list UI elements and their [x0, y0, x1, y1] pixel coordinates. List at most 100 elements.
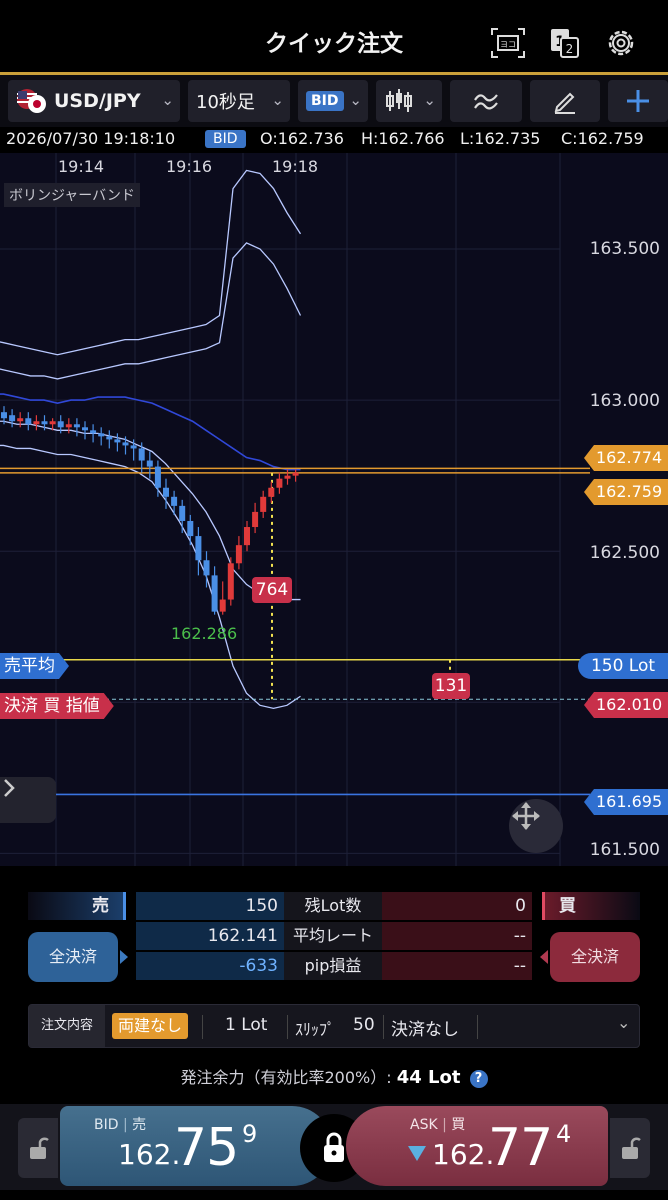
close-setting[interactable]: 決済なし [391, 1015, 459, 1040]
candle-body [73, 424, 80, 428]
ask-price-big: 162. [432, 1138, 495, 1171]
ohlc-datetime: 2026/07/30 19:18:10 [6, 129, 176, 148]
candle-body [57, 421, 64, 428]
header: クイック注文 ヨコ 1 2 [0, 0, 668, 74]
bid-price-tag: 162.759 [584, 479, 668, 505]
sell-average-tag: 売平均 [0, 653, 69, 679]
divider [287, 1015, 288, 1039]
position-panel: 売 買 全決済 全決済 150 残Lot数 0 162.141 平均レート --… [0, 866, 668, 1104]
bid-label: BID | 売 [94, 1117, 147, 1133]
expand-panel-button[interactable] [0, 777, 56, 823]
move-arrows-icon [512, 802, 540, 830]
pencil-icon [554, 92, 575, 114]
split-1-2-icon[interactable]: 1 2 [548, 26, 584, 60]
candle-body [98, 433, 105, 437]
chevron-down-icon: ⌄ [271, 91, 284, 109]
buy-pip-pnl: -- [382, 952, 532, 980]
row-label-lots: 残Lot数 [284, 892, 382, 920]
candle-body [154, 466, 161, 488]
candle-body [82, 427, 88, 431]
slippage-label: ｽﾘｯﾌﾟ [295, 1020, 336, 1039]
chart-type-select[interactable]: ⌄ [376, 80, 442, 122]
bid-price-pips: 75 [174, 1118, 239, 1178]
buy-ask-button[interactable]: ASK | 買 162. 77 4 [346, 1106, 608, 1186]
ask-side-text: 買 [451, 1117, 466, 1133]
order-settings-label: 注文内容 [29, 1005, 105, 1047]
candle-body [65, 424, 72, 428]
time-label: 19:16 [166, 157, 213, 176]
lot-size[interactable]: 1 Lot [225, 1015, 267, 1035]
help-icon[interactable]: ? [469, 1069, 488, 1088]
row-label-rate: 平均レート [284, 922, 382, 950]
price-side-select[interactable]: BID ⌄ [298, 80, 368, 122]
divider [383, 1015, 384, 1039]
ohlc-side-badge: BID [205, 130, 246, 148]
ohlc-high: H:162.766 [361, 129, 445, 148]
unlock-sell-button[interactable] [18, 1118, 58, 1178]
sell-bid-button[interactable]: BID | 売 162. 75 9 [60, 1106, 332, 1186]
candle-body [106, 436, 113, 440]
gear-icon[interactable] [603, 26, 639, 60]
ohlc-bar: 2026/07/30 19:18:10 BID O:162.736 H:162.… [0, 127, 668, 153]
ohlc-open: O:162.736 [260, 129, 344, 148]
chevron-down-icon: ⌄ [349, 91, 362, 109]
slippage-value[interactable]: 50 [353, 1015, 375, 1035]
candlestick-icon [386, 89, 412, 112]
limit-order-tag[interactable]: 決済 買 指値 [0, 693, 114, 719]
svg-text:2: 2 [566, 42, 574, 56]
sell-average-rate: 162.141 [136, 922, 284, 950]
bid-price-fraction: 9 [242, 1120, 258, 1148]
buy-arrow [540, 950, 548, 964]
line-price-tag: 161.695 [584, 789, 668, 815]
indicator-button[interactable] [450, 80, 522, 122]
draw-button[interactable] [530, 80, 600, 122]
candle-body [227, 563, 234, 600]
low-marker-label: 162.286 [171, 624, 238, 643]
time-label: 19:18 [272, 157, 319, 176]
candle-body [25, 418, 32, 425]
us-jp-flag-icon [17, 89, 46, 113]
svg-text:ヨコ: ヨコ [500, 40, 516, 49]
price-axis-label: 161.500 [589, 840, 660, 860]
time-label: 19:14 [58, 157, 105, 176]
chevron-down-icon: ⌄ [617, 1013, 631, 1032]
candle-body [1, 412, 7, 419]
unlock-buy-button[interactable] [610, 1118, 650, 1178]
divider [202, 1015, 203, 1039]
sell-arrow [120, 950, 128, 964]
candle-body [171, 496, 178, 506]
add-button[interactable] [608, 80, 668, 122]
sell-average-lots: 150 Lot [578, 653, 668, 679]
move-chart-button[interactable] [509, 799, 563, 853]
chevron-right-icon [4, 779, 15, 797]
currency-pair-select[interactable]: USD/JPY ⌄ [8, 80, 180, 122]
chart-canvas[interactable] [0, 153, 668, 866]
candle-body [49, 421, 56, 425]
chart-toolbar: USD/JPY ⌄ 10秒足 ⌄ BID ⌄ ⌄ [0, 75, 668, 127]
tick-screen-icon[interactable]: ヨコ [490, 26, 526, 60]
candle-body [211, 575, 218, 612]
candle-body [9, 415, 16, 422]
timeframe-label: 10秒足 [196, 92, 255, 113]
candle-body [187, 520, 194, 537]
buy-remaining-lots: 0 [382, 892, 532, 920]
candle-body [268, 487, 275, 497]
hedge-badge[interactable]: 両建なし [112, 1013, 189, 1039]
order-settings-bar[interactable]: 注文内容 両建なし 1 Lot ｽﾘｯﾌﾟ 50 決済なし ⌄ [28, 1004, 640, 1048]
candle-body [235, 545, 242, 564]
pips-up-badge: 764 [252, 577, 292, 603]
indicator-label: ボリンジャーバンド [4, 183, 140, 207]
ask-label-text: ASK [410, 1117, 438, 1133]
candle-body [138, 448, 145, 461]
ohlc-low: L:162.735 [460, 129, 541, 148]
close-all-sell-button[interactable]: 全決済 [28, 932, 118, 982]
sell-header: 売 [28, 892, 126, 920]
close-all-buy-button[interactable]: 全決済 [550, 932, 640, 982]
candle-body [163, 487, 169, 497]
timeframe-select[interactable]: 10秒足 ⌄ [188, 80, 290, 122]
plus-icon [627, 90, 649, 112]
limit-price-tag[interactable]: 162.010 [584, 692, 668, 718]
down-arrow-icon [408, 1146, 426, 1161]
candle-body [130, 445, 137, 449]
price-chart[interactable]: 19:14 19:16 19:18 ボリンジャーバンド 163.500 163.… [0, 153, 668, 866]
